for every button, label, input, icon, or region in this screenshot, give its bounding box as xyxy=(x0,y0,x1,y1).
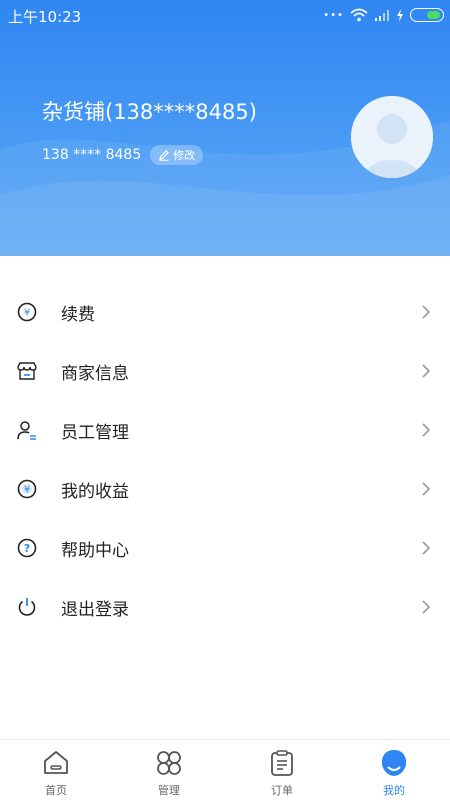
menu-item-logout[interactable]: 退出登录 xyxy=(0,577,450,636)
svg-text:¥: ¥ xyxy=(24,308,30,319)
home-icon xyxy=(44,751,68,774)
edit-label: 修改 xyxy=(173,149,196,162)
chevron-right-icon xyxy=(422,305,431,319)
phone-number: 138 **** 8485 xyxy=(42,147,142,163)
menu-label: 员工管理 xyxy=(61,423,129,443)
grid-clover-icon xyxy=(157,751,181,775)
menu-item-renew[interactable]: ¥ 续费 xyxy=(0,282,450,341)
tab-label: 首页 xyxy=(45,784,67,797)
pencil-icon xyxy=(159,150,170,161)
menu-label: 我的收益 xyxy=(61,482,129,502)
tab-label: 管理 xyxy=(158,784,180,797)
status-icons: ••• xyxy=(323,8,444,22)
help-icon: ? xyxy=(17,538,37,558)
tab-manage[interactable]: 管理 xyxy=(113,740,225,800)
battery-icon xyxy=(410,8,444,22)
svg-text:?: ? xyxy=(24,542,30,555)
notification-dots-icon: ••• xyxy=(323,9,344,21)
chevron-right-icon xyxy=(422,364,431,378)
staff-icon xyxy=(17,421,36,440)
chevron-right-icon xyxy=(422,423,431,437)
power-icon xyxy=(18,598,36,616)
clipboard-icon xyxy=(271,750,293,776)
edit-profile-button[interactable]: 修改 xyxy=(150,145,204,165)
tab-home[interactable]: 首页 xyxy=(0,740,112,800)
default-avatar-icon xyxy=(351,96,433,178)
phone-row: 138 **** 8485 修改 xyxy=(42,145,204,165)
earnings-icon: ¥ xyxy=(17,479,37,499)
wifi-icon xyxy=(350,8,368,22)
tab-label: 我的 xyxy=(383,784,405,797)
chevron-right-icon xyxy=(422,482,431,496)
svg-text:¥: ¥ xyxy=(24,485,30,496)
settings-menu: ¥ 续费 商家信息 员工管理 ¥ 我的收益 ? 帮助中心 退出登录 xyxy=(0,282,450,636)
tab-mine[interactable]: 我的 xyxy=(338,740,450,800)
menu-item-help[interactable]: ? 帮助中心 xyxy=(0,518,450,577)
menu-label: 续费 xyxy=(61,305,95,325)
bottom-tab-bar: 首页 管理 订单 我的 xyxy=(0,739,450,800)
shop-name: 杂货铺(138****8485) xyxy=(42,100,257,124)
chevron-right-icon xyxy=(422,541,431,555)
profile-face-icon xyxy=(382,750,406,776)
charging-bolt-icon xyxy=(397,8,403,22)
menu-item-staff[interactable]: 员工管理 xyxy=(0,400,450,459)
tab-label: 订单 xyxy=(271,784,293,797)
menu-item-merchant-info[interactable]: 商家信息 xyxy=(0,341,450,400)
profile-header: 上午10:23 ••• 杂货铺(138****8485) 138 **** 84… xyxy=(0,0,450,256)
chevron-right-icon xyxy=(422,600,431,614)
menu-label: 商家信息 xyxy=(61,364,129,384)
status-time: 上午10:23 xyxy=(8,8,82,26)
menu-item-earnings[interactable]: ¥ 我的收益 xyxy=(0,459,450,518)
menu-label: 退出登录 xyxy=(61,600,129,620)
yen-coin-icon: ¥ xyxy=(17,302,37,322)
tab-orders[interactable]: 订单 xyxy=(226,740,338,800)
menu-label: 帮助中心 xyxy=(61,541,129,561)
status-bar: 上午10:23 ••• xyxy=(0,0,450,32)
signal-icon xyxy=(375,9,389,21)
avatar[interactable] xyxy=(351,96,433,178)
store-icon xyxy=(17,362,37,380)
